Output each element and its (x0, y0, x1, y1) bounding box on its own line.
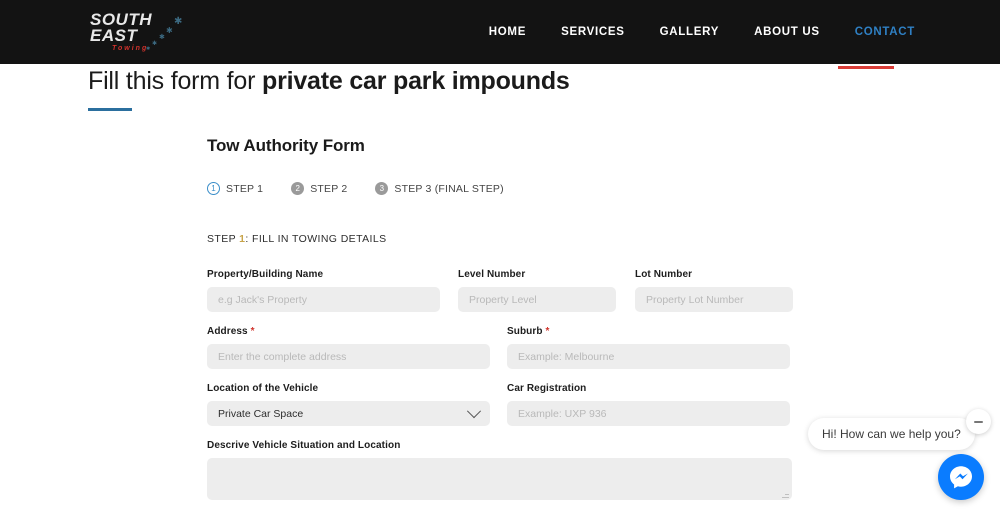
location-of-vehicle-select[interactable]: Private Car Space (207, 401, 490, 426)
chat-minimize-button[interactable] (966, 409, 991, 434)
section-heading-suffix: : FILL IN TOWING DETAILS (245, 233, 387, 245)
location-of-vehicle-value: Private Car Space (218, 407, 304, 420)
site-logo[interactable]: SOUTH EAST Towing ✱ ✱ ✱ ✱ ✱ (90, 11, 186, 54)
step-label-1: STEP 1 (226, 182, 264, 195)
nav-item-gallery[interactable]: GALLERY (660, 26, 719, 38)
chevron-down-icon (466, 403, 482, 418)
level-number-input[interactable] (458, 287, 616, 312)
nav-item-home[interactable]: HOME (489, 26, 526, 38)
step-item-1[interactable]: 1 STEP 1 (207, 182, 263, 195)
label-lot-number: Lot Number (635, 269, 693, 280)
suburb-input[interactable] (507, 344, 790, 369)
form-row-property: Property/Building Name Level Number Lot … (207, 269, 807, 312)
nav-item-services[interactable]: SERVICES (561, 26, 625, 38)
main-navigation: HOME SERVICES GALLERY ABOUT US CONTACT (489, 0, 915, 64)
required-marker: * (250, 326, 255, 337)
property-name-input[interactable] (207, 287, 440, 312)
car-registration-input[interactable] (507, 401, 790, 426)
label-suburb-text: Suburb (507, 326, 546, 337)
form-row-address: Address * Suburb * (207, 326, 807, 369)
messenger-launcher-button[interactable] (938, 454, 984, 500)
hero-section: Fill this form for private car park impo… (88, 67, 570, 111)
field-description: Descrive Vehicle Situation and Location (207, 440, 792, 500)
step-label-3: STEP 3 (FINAL STEP) (394, 182, 504, 195)
field-location-of-vehicle: Location of the Vehicle Private Car Spac… (207, 383, 490, 426)
step-indicator: 1 STEP 1 2 STEP 2 3 STEP 3 (FINAL STEP) (207, 182, 807, 195)
field-car-registration: Car Registration (507, 383, 790, 426)
nav-item-contact[interactable]: CONTACT (855, 26, 915, 38)
tow-authority-form: Tow Authority Form 1 STEP 1 2 STEP 2 3 S… (207, 136, 807, 514)
nav-active-accent-bar (838, 66, 894, 69)
label-level-number: Level Number (458, 269, 526, 280)
step-number-1: 1 (207, 182, 220, 195)
form-section-heading: STEP 1: FILL IN TOWING DETAILS (207, 233, 807, 245)
section-heading-prefix: STEP (207, 233, 240, 245)
step-item-2[interactable]: 2 STEP 2 (291, 182, 347, 195)
stars-icon: ✱ ✱ ✱ ✱ ✱ (146, 16, 183, 53)
form-title: Tow Authority Form (207, 136, 365, 155)
field-suburb: Suburb * (507, 326, 790, 369)
form-row-description: Descrive Vehicle Situation and Location (207, 440, 807, 500)
page-root: Map data ©2021 Terms of Use SOUTH EAST T… (0, 0, 1000, 517)
nav-item-about-us[interactable]: ABOUT US (754, 26, 820, 38)
resize-handle-icon[interactable] (782, 491, 789, 498)
minimize-icon (974, 420, 983, 423)
site-header: SOUTH EAST Towing ✱ ✱ ✱ ✱ ✱ HOME SERVICE… (0, 0, 1000, 64)
required-marker: * (545, 326, 550, 337)
chat-greeting-bubble[interactable]: Hi! How can we help you? (808, 418, 975, 450)
label-address-text: Address (207, 326, 251, 337)
step-number-3: 3 (375, 182, 389, 195)
step-number-2: 2 (291, 182, 305, 195)
label-description: Descrive Vehicle Situation and Location (207, 440, 401, 451)
field-property-name: Property/Building Name (207, 269, 440, 312)
description-textarea[interactable] (207, 458, 792, 500)
label-location-of-vehicle: Location of the Vehicle (207, 383, 319, 394)
form-row-vehicle: Location of the Vehicle Private Car Spac… (207, 383, 807, 426)
field-lot-number: Lot Number (635, 269, 793, 312)
label-car-registration: Car Registration (507, 383, 587, 394)
step-label-2: STEP 2 (310, 182, 348, 195)
field-address: Address * (207, 326, 490, 369)
page-title-bold: private car park impounds (262, 67, 570, 95)
label-address: Address * (207, 326, 490, 337)
page-title-light: Fill this form for (88, 67, 256, 95)
page-title: Fill this form for private car park impo… (88, 67, 570, 96)
messenger-icon (950, 466, 972, 489)
field-level-number: Level Number (458, 269, 616, 312)
lot-number-input[interactable] (635, 287, 793, 312)
label-suburb: Suburb * (507, 326, 790, 337)
title-underline (88, 108, 132, 111)
address-input[interactable] (207, 344, 490, 369)
label-property-name: Property/Building Name (207, 269, 324, 280)
step-item-3[interactable]: 3 STEP 3 (FINAL STEP) (375, 182, 504, 195)
